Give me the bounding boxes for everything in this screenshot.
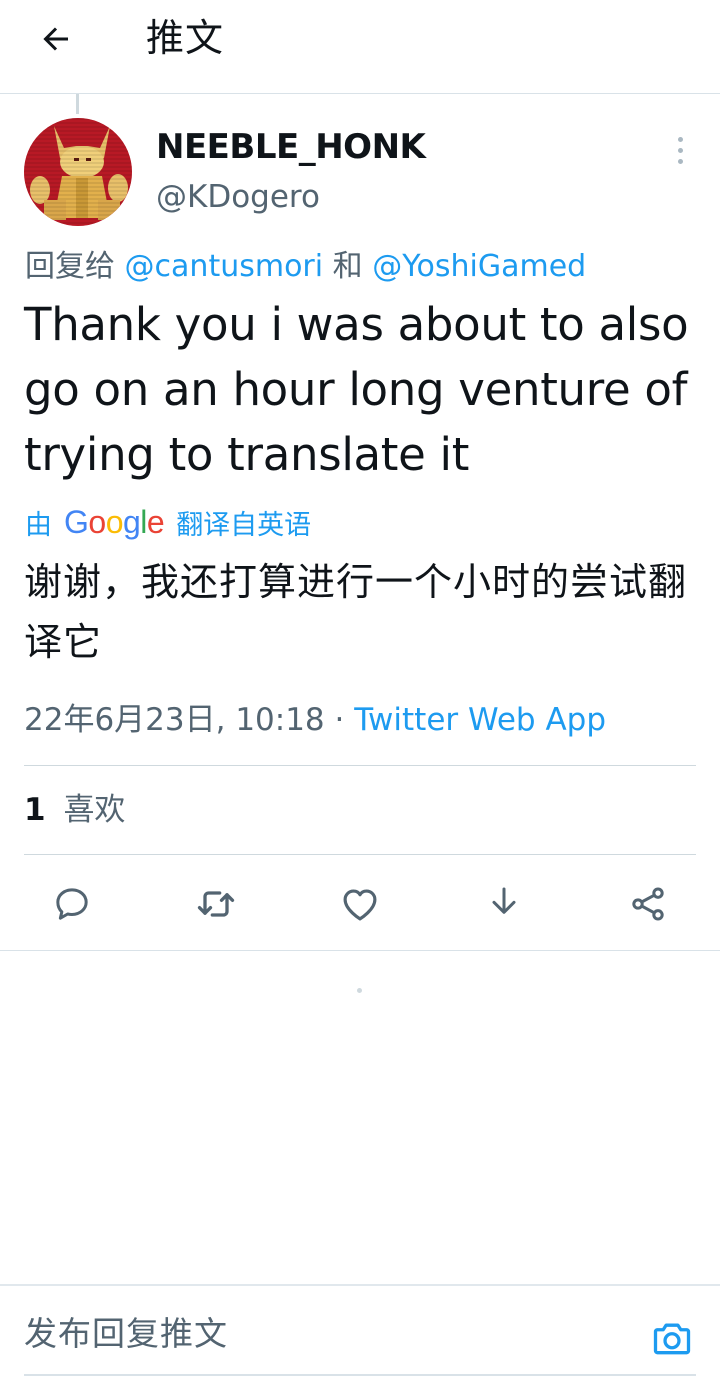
download-icon: [492, 887, 516, 914]
thread-connector-line: [76, 94, 79, 114]
tweet-actions-bar: [0, 872, 720, 936]
divider: [0, 950, 720, 951]
avatar-image: [24, 118, 132, 226]
top-bar: 推文: [0, 0, 720, 94]
loading-indicator: [357, 988, 362, 993]
heart-icon: [343, 889, 377, 921]
divider: [24, 854, 696, 855]
reply-button[interactable]: [48, 880, 96, 928]
tweet-meta: 22年6月23日, 10:18 · Twitter Web App: [24, 698, 606, 742]
compose-underline: [24, 1374, 696, 1376]
reply-input[interactable]: 发布回复推文: [24, 1312, 228, 1356]
meta-separator: ·: [334, 702, 345, 738]
author-handle[interactable]: @KDogero: [156, 176, 320, 218]
translation-attribution[interactable]: 由 Google 翻译自英语: [25, 500, 311, 544]
reply-prefix: 回复给: [25, 249, 115, 284]
share-button[interactable]: [624, 880, 672, 928]
translate-from-label: 翻译自英语: [176, 509, 312, 541]
timestamp[interactable]: 22年6月23日, 10:18: [24, 702, 325, 738]
retweet-icon: [197, 891, 235, 917]
camera-icon: [653, 1323, 691, 1355]
more-dots-icon: [677, 136, 683, 142]
reply-bubble-icon: [56, 888, 88, 920]
more-options-button[interactable]: [664, 132, 696, 168]
mention-link-1[interactable]: @cantusmori: [125, 249, 324, 284]
page-title: 推文: [146, 16, 225, 60]
source-app-link[interactable]: Twitter Web App: [354, 702, 606, 738]
author-name[interactable]: NEEBLE_HONK: [156, 126, 426, 168]
like-button[interactable]: [336, 880, 384, 928]
reply-context: 回复给 @cantusmori 和 @YoshiGamed: [25, 246, 586, 288]
reply-conjunction: 和: [332, 249, 363, 284]
likes-stat[interactable]: 1 喜欢: [24, 788, 125, 832]
translated-text: 谢谢，我还打算进行一个小时的尝试翻译它: [24, 560, 688, 664]
reply-compose-bar: 发布回复推文: [0, 1284, 720, 1388]
tweet-text: Thank you i was about to also go on an h…: [24, 298, 689, 481]
divider: [24, 765, 696, 766]
likes-label: 喜欢: [63, 792, 126, 828]
translate-by-label: 由: [25, 509, 52, 541]
back-button[interactable]: [30, 16, 82, 62]
avatar[interactable]: [24, 118, 132, 226]
camera-button[interactable]: [648, 1314, 696, 1362]
mention-link-2[interactable]: @YoshiGamed: [372, 249, 586, 284]
arrow-left-icon: [43, 27, 68, 51]
share-icon: [632, 887, 664, 921]
download-button[interactable]: [480, 880, 528, 928]
google-logo: Google: [64, 503, 165, 540]
likes-count: 1: [24, 792, 46, 828]
retweet-button[interactable]: [192, 880, 240, 928]
